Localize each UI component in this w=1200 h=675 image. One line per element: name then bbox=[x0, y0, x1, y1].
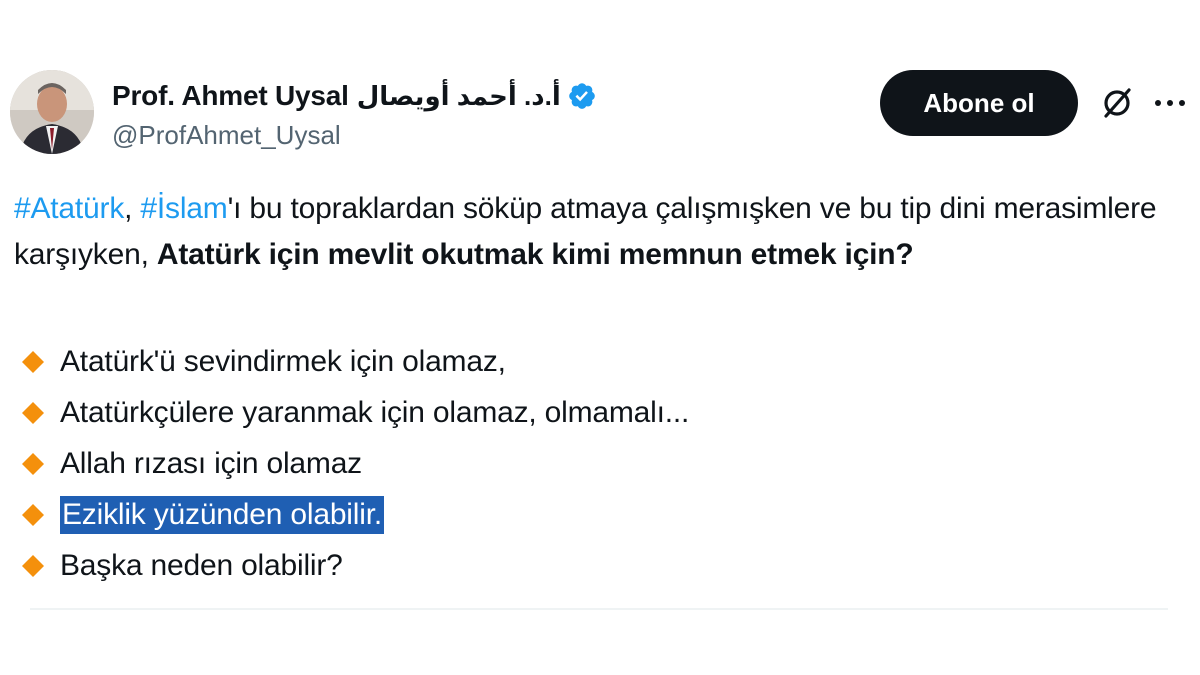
orange-diamond-icon bbox=[20, 400, 46, 426]
tweet-text-bold: Atatürk için mevlit okutmak kimi memnun … bbox=[156, 238, 914, 271]
selected-bullet-text: Eziklik yüzünden olabilir. bbox=[60, 495, 384, 534]
orange-diamond-icon bbox=[20, 502, 46, 528]
author-display-name[interactable]: Prof. Ahmet Uysal bbox=[112, 80, 349, 112]
author-name-row: Prof. Ahmet Uysal أ.د. أحمد أويصال bbox=[112, 76, 597, 116]
bullet-item-highlighted: Eziklik yüzünden olabilir. bbox=[20, 489, 1180, 540]
hashtag-ataturk[interactable]: #Atatürk bbox=[14, 192, 124, 225]
more-options-icon[interactable] bbox=[1150, 84, 1190, 122]
tweet-header: Prof. Ahmet Uysal أ.د. أحمد أويصال @Prof… bbox=[10, 70, 1190, 156]
bullet-text: Atatürk'ü sevindirmek için olamaz, bbox=[60, 344, 506, 378]
avatar-photo bbox=[10, 70, 94, 154]
author-avatar[interactable] bbox=[10, 70, 94, 154]
bullet-item: Atatürkçülere yaranmak için olamaz, olma… bbox=[20, 387, 1180, 438]
tweet-separator: , bbox=[124, 192, 141, 225]
author-handle[interactable]: @ProfAhmet_Uysal bbox=[112, 120, 341, 151]
hashtag-islam[interactable]: #İslam bbox=[140, 192, 227, 225]
grok-icon[interactable] bbox=[1098, 84, 1136, 122]
orange-diamond-icon bbox=[20, 553, 46, 579]
bullet-text: Başka neden olabilir? bbox=[60, 548, 343, 582]
author-display-name-arabic[interactable]: أ.د. أحمد أويصال bbox=[357, 81, 561, 112]
divider bbox=[30, 608, 1168, 610]
orange-diamond-icon bbox=[20, 451, 46, 477]
subscribe-button[interactable]: Abone ol bbox=[880, 70, 1078, 136]
bullet-item: Atatürk'ü sevindirmek için olamaz, bbox=[20, 336, 1180, 387]
bullet-item: Başka neden olabilir? bbox=[20, 540, 1180, 591]
verified-badge-icon bbox=[567, 81, 597, 111]
tweet-body: #Atatürk, #İslam'ı bu topraklardan söküp… bbox=[14, 186, 1190, 278]
orange-diamond-icon bbox=[20, 349, 46, 375]
bullet-item: Allah rızası için olamaz bbox=[20, 438, 1180, 489]
bullet-text: Atatürkçülere yaranmak için olamaz, olma… bbox=[60, 395, 690, 429]
bullet-list: Atatürk'ü sevindirmek için olamaz, Atatü… bbox=[20, 336, 1180, 591]
bullet-text: Allah rızası için olamaz bbox=[60, 446, 362, 480]
